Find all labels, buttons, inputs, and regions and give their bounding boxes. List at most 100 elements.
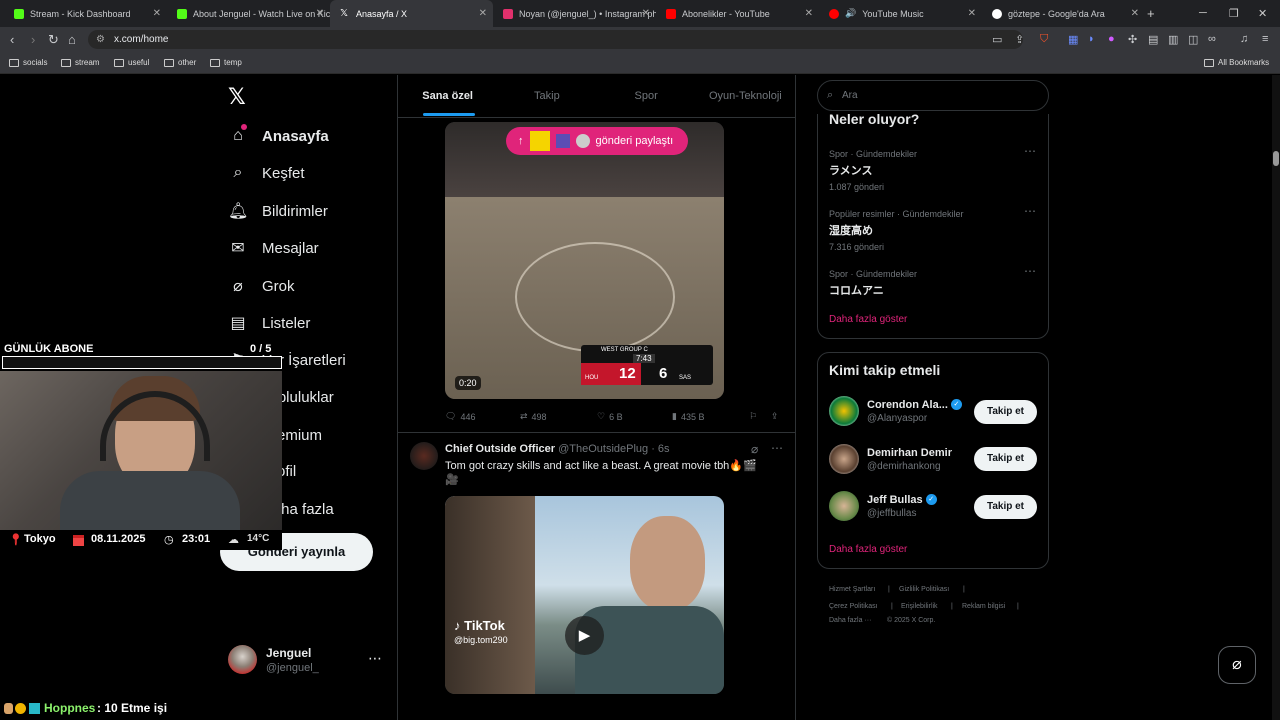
suggestion-item[interactable]: Jeff Bullas ✓ @jeffbullas bbox=[829, 491, 937, 521]
more-options-icon[interactable]: ⋯ bbox=[771, 441, 783, 455]
trend-item[interactable]: Popüler resimler · Gündemdekiler 湿度高め 7.31… bbox=[829, 205, 964, 252]
reply-icon: 🗨︎ bbox=[445, 411, 457, 421]
close-tab-icon[interactable]: ✕ bbox=[805, 8, 813, 19]
scrollbar[interactable] bbox=[1272, 75, 1280, 720]
sidebar-icon[interactable]: ▤ bbox=[1148, 33, 1158, 46]
site-info-icon[interactable]: ⚙ bbox=[96, 30, 105, 49]
play-button[interactable]: ▶ bbox=[565, 616, 604, 655]
search-input[interactable]: Ara bbox=[817, 80, 1049, 111]
share-icon[interactable]: ⇪ bbox=[1015, 33, 1024, 46]
author-name[interactable]: Chief Outside Officer bbox=[445, 443, 555, 455]
tweet-time[interactable]: · 6s bbox=[651, 443, 669, 455]
browser-tab[interactable]: About Jenguel - Watch Live on Kick ✕ bbox=[167, 0, 330, 27]
browser-tab[interactable]: Stream - Kick Dashboard ✕ bbox=[4, 0, 167, 27]
menu-icon[interactable]: ≡ bbox=[1262, 33, 1268, 45]
link-icon[interactable]: ∞ bbox=[1208, 33, 1216, 45]
avatar bbox=[829, 396, 859, 426]
footer-link[interactable]: Reklam bilgisi bbox=[962, 603, 1005, 610]
trend-item[interactable]: Spor · Gündemdekiler コロムアニ bbox=[829, 265, 917, 298]
nav-grok[interactable]: ⌀ Grok bbox=[228, 276, 294, 296]
trend-item[interactable]: Spor · Gündemdekiler ラメンス 1.087 gönderi bbox=[829, 145, 917, 192]
bookmark-folder[interactable]: useful bbox=[114, 58, 149, 67]
browser-tab[interactable]: 🔊 YouTube Music ✕ bbox=[819, 0, 982, 27]
footer-link[interactable]: Hizmet Şartları bbox=[829, 586, 875, 593]
home-icon[interactable]: ⌂ bbox=[68, 32, 76, 47]
grok-fab-button[interactable]: ⌀ bbox=[1218, 646, 1256, 684]
bookmark-folder[interactable]: temp bbox=[210, 58, 242, 67]
suggestion-item[interactable]: Demirhan Demir @demirhankong bbox=[829, 444, 952, 474]
close-tab-icon[interactable]: ✕ bbox=[1131, 8, 1139, 19]
follow-button[interactable]: Takip et bbox=[974, 447, 1037, 471]
media-icon[interactable]: ♫ bbox=[1240, 33, 1248, 45]
account-switcher[interactable]: Jenguel @jenguel_ ⋯ bbox=[228, 645, 383, 677]
footer-link[interactable]: Çerez Politikası bbox=[829, 603, 878, 610]
share-post-pill[interactable]: ↑ gönderi paylaştı bbox=[506, 127, 688, 155]
extension-icon[interactable]: ● bbox=[1108, 33, 1115, 45]
more-options-icon[interactable]: ⋯ bbox=[1024, 264, 1036, 278]
reading-list-icon[interactable]: ▥ bbox=[1168, 33, 1178, 46]
nav-notifications[interactable]: 🔔︎ Bildirimler bbox=[228, 201, 328, 221]
browser-tab[interactable]: Noyan (@jenguel_) • Instagram phot ✕ bbox=[493, 0, 656, 27]
reply-button[interactable]: 🗨︎ 446 bbox=[445, 411, 475, 422]
who-to-follow-heading: Kimi takip etmeli bbox=[829, 362, 941, 378]
like-button[interactable]: ♡ 6 B bbox=[597, 411, 623, 422]
close-tab-icon[interactable]: ✕ bbox=[316, 8, 324, 19]
tab-for-you[interactable]: Sana özel bbox=[398, 75, 497, 117]
more-options-icon[interactable]: ⋯ bbox=[368, 650, 382, 667]
browser-tab[interactable]: Abonelikler - YouTube ✕ bbox=[656, 0, 819, 27]
views-button[interactable]: ▮ 435 B bbox=[672, 411, 704, 422]
all-bookmarks[interactable]: All Bookmarks bbox=[1204, 58, 1269, 67]
video-player[interactable]: ♪ TikTok @big.tom290 ▶ bbox=[445, 496, 724, 694]
browser-tab[interactable]: göztepe - Google'da Ara ✕ bbox=[982, 0, 1145, 27]
back-icon[interactable]: ‹ bbox=[10, 32, 14, 47]
footer-link[interactable]: Daha fazla ··· bbox=[829, 617, 871, 624]
close-tab-icon[interactable]: ✕ bbox=[479, 8, 487, 19]
nav-messages[interactable]: ✉ Mesajlar bbox=[228, 238, 318, 258]
screenshot-icon[interactable]: ◫ bbox=[1188, 33, 1198, 46]
show-more-link[interactable]: Daha fazla göster bbox=[829, 314, 907, 325]
search-icon: ⌕ bbox=[827, 89, 834, 101]
bookmark-folder[interactable]: stream bbox=[61, 58, 99, 67]
restore-icon[interactable]: ❐ bbox=[1229, 7, 1239, 20]
reload-icon[interactable]: ↻ bbox=[48, 32, 59, 48]
video-player[interactable]: WEST GROUP C 7:43 12 HOU 6 SAS 0:20 bbox=[445, 122, 724, 399]
grok-icon[interactable]: ⌀ bbox=[751, 442, 758, 456]
x-logo-icon[interactable]: 𝕏 bbox=[228, 84, 246, 110]
location-pin-icon: 📍︎ bbox=[9, 534, 23, 546]
extension-icon[interactable]: ▦ bbox=[1068, 33, 1078, 46]
brave-shield-icon[interactable]: ⛉ bbox=[1040, 33, 1048, 46]
footer-link[interactable]: Erişilebilirlik bbox=[901, 603, 938, 610]
bookmark-icon[interactable]: ⚐ bbox=[749, 411, 757, 422]
nav-explore[interactable]: ⌕ Keşfet bbox=[228, 164, 305, 182]
repost-button[interactable]: ⇄ 498 bbox=[520, 411, 547, 422]
forward-icon[interactable]: › bbox=[31, 32, 35, 47]
browser-tab-active[interactable]: 𝕏 Anasayfa / X ✕ bbox=[330, 0, 493, 27]
show-more-link[interactable]: Daha fazla göster bbox=[829, 544, 907, 555]
more-options-icon[interactable]: ⋯ bbox=[1024, 204, 1036, 218]
tweet[interactable] bbox=[398, 432, 795, 433]
follow-button[interactable]: Takip et bbox=[974, 400, 1037, 424]
address-bar[interactable]: ⚙ x.com/home bbox=[88, 30, 1023, 49]
extension-icon[interactable]: ◗ bbox=[1088, 33, 1095, 45]
bookmark-folder[interactable]: other bbox=[164, 58, 196, 67]
close-window-icon[interactable]: ✕ bbox=[1258, 7, 1267, 20]
tab-following[interactable]: Takip bbox=[497, 75, 596, 117]
close-tab-icon[interactable]: ✕ bbox=[968, 8, 976, 19]
nav-lists[interactable]: ▤ Listeler bbox=[228, 313, 310, 333]
minimize-icon[interactable]: ─ bbox=[1199, 7, 1207, 19]
suggestion-item[interactable]: Corendon Ala... ✓ @Alanyaspor bbox=[829, 396, 962, 426]
bookmark-folder[interactable]: socials bbox=[9, 58, 47, 67]
follow-button[interactable]: Takip et bbox=[974, 495, 1037, 519]
tab-gaming-tech[interactable]: Oyun-Teknoloji bbox=[696, 75, 795, 117]
footer-link[interactable]: Gizlilik Politikası bbox=[899, 586, 949, 593]
close-tab-icon[interactable]: ✕ bbox=[153, 8, 161, 19]
share-icon[interactable]: ⇪ bbox=[771, 411, 779, 422]
avatar[interactable] bbox=[410, 442, 438, 470]
close-tab-icon[interactable]: ✕ bbox=[642, 8, 650, 19]
puzzle-icon[interactable]: ✣ bbox=[1128, 33, 1137, 46]
cast-icon[interactable]: ▭ bbox=[992, 33, 1002, 46]
more-options-icon[interactable]: ⋯ bbox=[1024, 144, 1036, 158]
scrollbar-thumb[interactable] bbox=[1273, 151, 1279, 166]
new-tab-icon[interactable]: + bbox=[1147, 6, 1155, 21]
tab-sports[interactable]: Spor bbox=[597, 75, 696, 117]
